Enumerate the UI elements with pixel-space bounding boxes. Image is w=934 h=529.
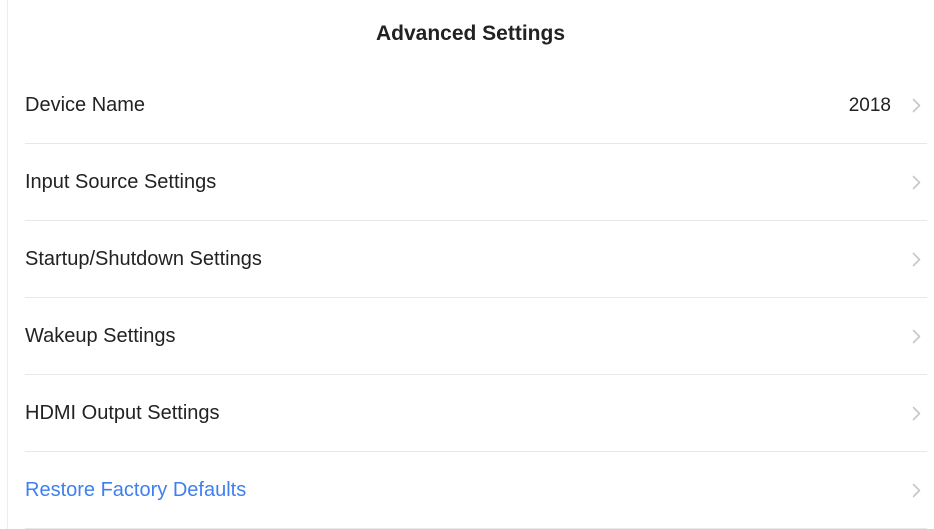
settings-item-hdmi-output[interactable]: HDMI Output Settings bbox=[25, 375, 927, 452]
settings-item-label: Wakeup Settings bbox=[25, 324, 176, 347]
chevron-right-icon bbox=[907, 97, 925, 115]
settings-item-label: Startup/Shutdown Settings bbox=[25, 247, 262, 270]
chevron-right-icon bbox=[907, 481, 925, 499]
restore-factory-defaults-label: Restore Factory Defaults bbox=[25, 478, 247, 501]
device-name-value: 2018 bbox=[848, 94, 891, 116]
settings-item-startup-shutdown[interactable]: Startup/Shutdown Settings bbox=[25, 221, 927, 298]
settings-item-label: HDMI Output Settings bbox=[25, 401, 220, 424]
page-title: Advanced Settings bbox=[375, 22, 566, 45]
chevron-right-icon bbox=[907, 173, 925, 191]
settings-item-input-source[interactable]: Input Source Settings bbox=[25, 144, 927, 221]
settings-list: Device Name 2018 Input Source Settings S… bbox=[8, 68, 933, 529]
title-bar: Advanced Settings bbox=[8, 0, 933, 68]
settings-item-device-name[interactable]: Device Name 2018 bbox=[25, 68, 927, 144]
settings-item-label: Device Name bbox=[25, 94, 146, 116]
chevron-right-icon bbox=[907, 327, 925, 345]
chevron-right-icon bbox=[907, 404, 925, 422]
settings-item-restore-factory-defaults[interactable]: Restore Factory Defaults bbox=[25, 452, 927, 529]
settings-item-label: Input Source Settings bbox=[25, 170, 217, 193]
settings-item-wakeup[interactable]: Wakeup Settings bbox=[25, 298, 927, 375]
chevron-right-icon bbox=[907, 250, 925, 268]
advanced-settings-panel: Advanced Settings Device Name 2018 Input… bbox=[7, 0, 933, 529]
